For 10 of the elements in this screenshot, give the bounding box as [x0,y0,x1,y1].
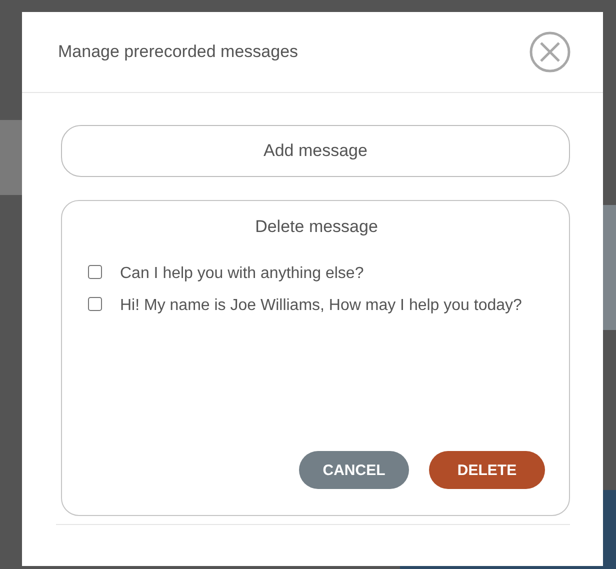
dialog-title: Manage prerecorded messages [58,42,298,62]
message-checkbox[interactable] [88,265,102,279]
panel-title: Delete message [254,217,379,237]
add-message-button[interactable]: Add message [61,125,570,177]
delete-button[interactable]: DELETE [429,451,545,489]
message-text: Can I help you with anything else? [120,264,364,284]
message-text: Hi! My name is Joe Williams, How may I help you today? [120,296,522,316]
cancel-button[interactable]: CANCEL [299,451,409,489]
close-icon[interactable] [529,31,571,73]
message-checkbox[interactable] [88,297,102,311]
